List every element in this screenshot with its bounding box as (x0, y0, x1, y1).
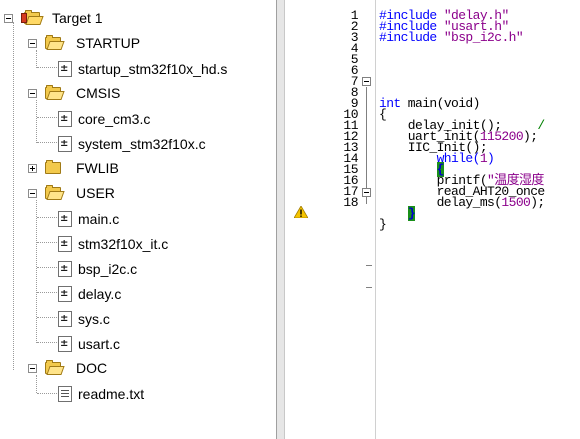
marker-margin[interactable] (294, 0, 328, 439)
group-label-doc: DOC (76, 360, 108, 376)
source-file-icon: ± (58, 235, 72, 252)
statement-end: ) (487, 151, 495, 166)
code-line-3: #include "bsp_i2c.h" (379, 30, 524, 45)
group-label-user: USER (76, 185, 115, 201)
collapse-toggle-icon[interactable] (28, 39, 37, 48)
expand-toggle-icon[interactable] (28, 164, 37, 173)
file-label: bsp_i2c.c (78, 260, 138, 277)
tree-guide-doc (36, 375, 37, 393)
panel-splitter[interactable] (277, 0, 285, 439)
function-signature: main(void) (400, 96, 481, 111)
tree-file-readme[interactable]: readme.txt (58, 381, 144, 406)
file-label: system_stm32f10x.c (78, 135, 206, 152)
file-label: delay.c (78, 285, 122, 302)
folder-icon (45, 85, 65, 100)
code-editor[interactable]: #include "delay.h" #include "usart.h" #i… (376, 0, 580, 439)
warning-icon[interactable] (294, 206, 308, 218)
group-label-cmsis: CMSIS (76, 85, 121, 101)
tree-guide-startup (36, 50, 37, 68)
source-file-icon: ± (58, 260, 72, 277)
fold-toggle-icon[interactable] (362, 77, 371, 86)
project-tree-panel: Target 1 STARTUP ± startup_stm32f10x_hd.… (0, 0, 277, 439)
tree-guide-root (13, 22, 14, 370)
collapse-toggle-icon[interactable] (28, 189, 37, 198)
fold-toggle-icon[interactable] (362, 188, 371, 197)
tree-file-usart-c[interactable]: ± usart.c (58, 331, 120, 356)
file-label: stm32f10x_it.c (78, 235, 169, 252)
file-label: startup_stm32f10x_hd.s (78, 60, 228, 77)
tree-file-sys-c[interactable]: ± sys.c (58, 306, 110, 331)
folder-icon (45, 160, 63, 175)
text-file-icon (58, 385, 72, 402)
folder-icon (45, 185, 65, 200)
number-literal: 1500 (501, 195, 531, 210)
close-brace: } (379, 217, 387, 232)
source-file-icon: ± (58, 210, 72, 227)
preprocessor-directive: #include (379, 30, 437, 45)
tree-file-main-c[interactable]: ± main.c (58, 206, 119, 231)
source-file-icon: ± (58, 310, 72, 327)
tree-file-system-stm32[interactable]: ± system_stm32f10x.c (58, 131, 206, 156)
code-line-6: int main(void) (379, 96, 481, 111)
editor-left-gutter (285, 0, 294, 439)
include-file: "bsp_i2c.h" (443, 30, 524, 45)
source-file-icon: ± (58, 135, 72, 152)
fold-margin (358, 0, 376, 439)
line-number-margin: 1 2 3 4 5 6 7 8 9 10 11 12 13 14 15 16 1… (328, 0, 359, 439)
source-file-icon: ± (58, 110, 72, 127)
statement-end: ); (530, 195, 545, 210)
file-label: main.c (78, 210, 120, 227)
code-line-17: } (379, 217, 387, 232)
number-literal: 1 (479, 151, 488, 166)
folder-icon (45, 360, 65, 375)
group-label-startup: STARTUP (76, 35, 141, 51)
tree-file-bsp-i2c[interactable]: ± bsp_i2c.c (58, 256, 137, 281)
source-file-icon: ± (58, 285, 72, 302)
tree-guide-user (36, 200, 37, 343)
file-label: sys.c (78, 310, 110, 327)
tree-file-core-cm3[interactable]: ± core_cm3.c (58, 106, 150, 131)
folder-icon (45, 35, 65, 50)
collapse-toggle-icon[interactable] (28, 89, 37, 98)
source-file-icon: ± (58, 335, 72, 352)
statement-end: ); (523, 129, 538, 144)
target-folder-icon (21, 10, 44, 25)
tree-file-startup-s[interactable]: ± startup_stm32f10x_hd.s (58, 56, 227, 81)
group-label-fwlib: FWLIB (76, 160, 119, 176)
tree-guide-cmsis (36, 100, 37, 143)
collapse-toggle-icon[interactable] (28, 364, 37, 373)
matched-brace: } (407, 206, 416, 221)
file-label: core_cm3.c (78, 110, 151, 127)
file-label: readme.txt (78, 385, 145, 402)
file-label: usart.c (78, 335, 121, 352)
tree-file-delay-c[interactable]: ± delay.c (58, 281, 121, 306)
source-file-icon: ± (58, 60, 72, 77)
target-label: Target 1 (52, 10, 103, 26)
collapse-toggle-icon[interactable] (4, 14, 13, 23)
line-number: 18 (343, 195, 358, 210)
tree-file-stm32f10x-it[interactable]: ± stm32f10x_it.c (58, 231, 168, 256)
